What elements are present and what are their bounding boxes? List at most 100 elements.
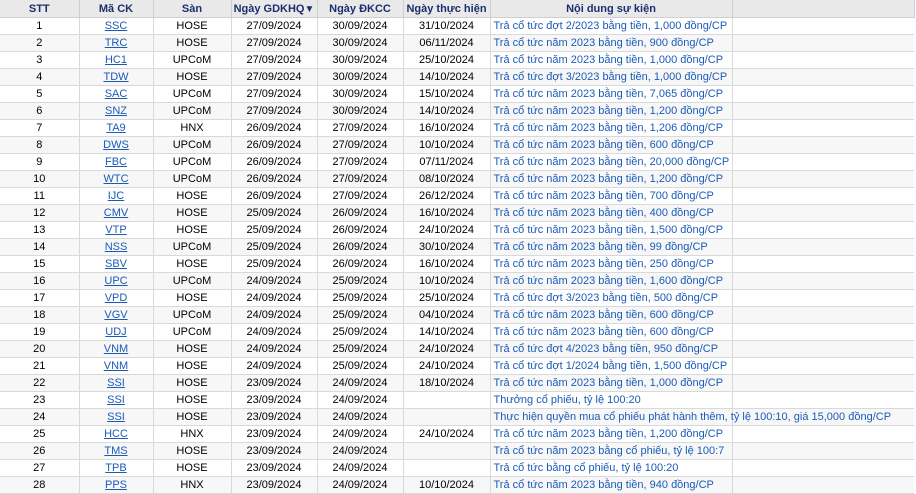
symbol-link[interactable]: DWS bbox=[103, 139, 129, 151]
symbol-link[interactable]: SAC bbox=[105, 88, 128, 100]
event-content: Trả cổ tức năm 2023 bằng tiền, 99 đồng/C… bbox=[493, 241, 708, 253]
cell-content: Trả cổ tức năm 2023 bằng tiền, 940 đồng/… bbox=[490, 476, 733, 494]
cell-exec-date: 16/10/2024 bbox=[403, 255, 491, 273]
cell-symbol: FBC bbox=[79, 153, 154, 171]
table-row: 20 VNM HOSE 24/09/2024 25/09/2024 24/10/2024 T… bbox=[0, 340, 914, 358]
cell-ex-date: 26/09/2024 bbox=[231, 136, 318, 154]
cell-ex-date: 23/09/2024 bbox=[231, 476, 318, 494]
symbol-link[interactable]: PPS bbox=[105, 479, 127, 491]
cell-exchange: UPCoM bbox=[153, 85, 232, 103]
cell-symbol: VTP bbox=[79, 221, 154, 239]
cell-content: Trả cổ tức đợt 4/2023 bằng tiền, 950 đồn… bbox=[490, 340, 733, 358]
cell-symbol: UDJ bbox=[79, 323, 154, 341]
cell-exchange: HOSE bbox=[153, 34, 232, 52]
event-content: Trả cổ tức đợt 3/2023 bằng tiền, 500 đồn… bbox=[493, 292, 719, 304]
cell-symbol: TDW bbox=[79, 68, 154, 86]
cell-exec-date: 14/10/2024 bbox=[403, 323, 491, 341]
cell-content: Trả cổ tức năm 2023 bằng tiền, 400 đồng/… bbox=[490, 204, 733, 222]
event-content: Trả cổ tức năm 2023 bằng tiền, 400 đồng/… bbox=[493, 207, 714, 219]
symbol-link[interactable]: TPB bbox=[105, 462, 126, 474]
event-content: Trả cổ tức năm 2023 bằng tiền, 1,200 đồn… bbox=[493, 428, 724, 440]
symbol-link[interactable]: IJC bbox=[108, 190, 125, 202]
symbol-link[interactable]: TRC bbox=[105, 37, 128, 49]
symbol-link[interactable]: SSC bbox=[105, 20, 128, 32]
symbol-link[interactable]: VNM bbox=[104, 360, 128, 372]
header-record-date[interactable]: Ngày ĐKCC bbox=[317, 0, 404, 18]
cell-symbol: SSI bbox=[79, 408, 154, 426]
cell-ex-date: 23/09/2024 bbox=[231, 374, 318, 392]
cell-content: Trả cổ tức đợt 2/2023 bằng tiền, 1,000 đ… bbox=[490, 17, 733, 35]
symbol-link[interactable]: VTP bbox=[105, 224, 126, 236]
header-symbol[interactable]: Mã CK bbox=[79, 0, 154, 18]
cell-stt: 7 bbox=[0, 119, 80, 137]
cell-exec-date bbox=[403, 408, 491, 426]
cell-stt: 17 bbox=[0, 289, 80, 307]
symbol-link[interactable]: VGV bbox=[104, 309, 127, 321]
symbol-link[interactable]: TMS bbox=[104, 445, 127, 457]
cell-symbol: HC1 bbox=[79, 51, 154, 69]
cell-ex-date: 23/09/2024 bbox=[231, 459, 318, 477]
symbol-link[interactable]: SSI bbox=[107, 394, 125, 406]
symbol-link[interactable]: VNM bbox=[104, 343, 128, 355]
cell-exchange: HOSE bbox=[153, 442, 232, 460]
cell-stt: 22 bbox=[0, 374, 80, 392]
symbol-link[interactable]: TDW bbox=[103, 71, 128, 83]
header-exec-date[interactable]: Ngày thực hiện bbox=[403, 0, 491, 18]
symbol-link[interactable]: SBV bbox=[105, 258, 127, 270]
event-content: Trả cổ tức đợt 4/2023 bằng tiền, 950 đồn… bbox=[493, 343, 719, 355]
event-content: Trả cổ tức năm 2023 bằng tiền, 600 đồng/… bbox=[493, 309, 714, 321]
symbol-link[interactable]: NSS bbox=[105, 241, 128, 253]
cell-record-date: 30/09/2024 bbox=[317, 51, 404, 69]
cell-content: Trả cổ tức năm 2023 bằng cổ phiếu, tỷ lệ… bbox=[490, 442, 733, 460]
header-ex-date[interactable]: Ngày GDKHQ▼ bbox=[231, 0, 318, 18]
cell-record-date: 25/09/2024 bbox=[317, 340, 404, 358]
cell-exchange: UPCoM bbox=[153, 272, 232, 290]
symbol-link[interactable]: TA9 bbox=[106, 122, 125, 134]
symbol-link[interactable]: UPC bbox=[104, 275, 127, 287]
table-row: 24 SSI HOSE 23/09/2024 24/09/2024 Thực hiện q… bbox=[0, 408, 914, 426]
cell-exec-date: 10/10/2024 bbox=[403, 476, 491, 494]
cell-exec-date: 14/10/2024 bbox=[403, 102, 491, 120]
cell-exchange: HOSE bbox=[153, 204, 232, 222]
table-row: 18 VGV UPCoM 24/09/2024 25/09/2024 04/10/2024… bbox=[0, 306, 914, 324]
table-row: 3 HC1 UPCoM 27/09/2024 30/09/2024 25/10/2024 T… bbox=[0, 51, 914, 69]
symbol-link[interactable]: SSI bbox=[107, 411, 125, 423]
cell-record-date: 26/09/2024 bbox=[317, 221, 404, 239]
table-row: 10 WTC UPCoM 26/09/2024 27/09/2024 08/10/2024… bbox=[0, 170, 914, 188]
cell-content: Trả cổ tức năm 2023 bằng tiền, 1,500 đồn… bbox=[490, 221, 733, 239]
symbol-link[interactable]: FBC bbox=[105, 156, 127, 168]
cell-ex-date: 27/09/2024 bbox=[231, 17, 318, 35]
cell-exchange: HOSE bbox=[153, 289, 232, 307]
cell-stt: 8 bbox=[0, 136, 80, 154]
cell-stt: 18 bbox=[0, 306, 80, 324]
cell-ex-date: 27/09/2024 bbox=[231, 51, 318, 69]
cell-record-date: 26/09/2024 bbox=[317, 255, 404, 273]
sort-desc-icon[interactable]: ▼ bbox=[305, 4, 315, 15]
symbol-link[interactable]: VPD bbox=[105, 292, 128, 304]
symbol-link[interactable]: SSI bbox=[107, 377, 125, 389]
cell-stt: 26 bbox=[0, 442, 80, 460]
cell-exchange: HOSE bbox=[153, 255, 232, 273]
cell-content: Trả cổ tức năm 2023 bằng tiền, 900 đồng/… bbox=[490, 34, 733, 52]
table-row: 5 SAC UPCoM 27/09/2024 30/09/2024 15/10/2024 T… bbox=[0, 85, 914, 103]
cell-exchange: UPCoM bbox=[153, 51, 232, 69]
cell-symbol: SNZ bbox=[79, 102, 154, 120]
table-row: 22 SSI HOSE 23/09/2024 24/09/2024 18/10/2024 T… bbox=[0, 374, 914, 392]
symbol-link[interactable]: CMV bbox=[104, 207, 128, 219]
cell-record-date: 26/09/2024 bbox=[317, 238, 404, 256]
event-content: Trả cổ tức năm 2023 bằng tiền, 7,065 đồn… bbox=[493, 88, 724, 100]
cell-stt: 21 bbox=[0, 357, 80, 375]
table-row: 26 TMS HOSE 23/09/2024 24/09/2024 Trả cổ tức … bbox=[0, 442, 914, 460]
cell-exchange: HOSE bbox=[153, 340, 232, 358]
symbol-link[interactable]: HCC bbox=[104, 428, 128, 440]
symbol-link[interactable]: SNZ bbox=[105, 105, 127, 117]
cell-exec-date: 25/10/2024 bbox=[403, 289, 491, 307]
symbol-link[interactable]: WTC bbox=[103, 173, 128, 185]
symbol-link[interactable]: UDJ bbox=[105, 326, 126, 338]
symbol-link[interactable]: HC1 bbox=[105, 54, 127, 66]
header-exchange[interactable]: Sàn bbox=[153, 0, 232, 18]
cell-ex-date: 24/09/2024 bbox=[231, 357, 318, 375]
cell-symbol: UPC bbox=[79, 272, 154, 290]
cell-exchange: UPCoM bbox=[153, 306, 232, 324]
event-content: Trả cổ tức năm 2023 bằng tiền, 1,200 đồn… bbox=[493, 173, 724, 185]
